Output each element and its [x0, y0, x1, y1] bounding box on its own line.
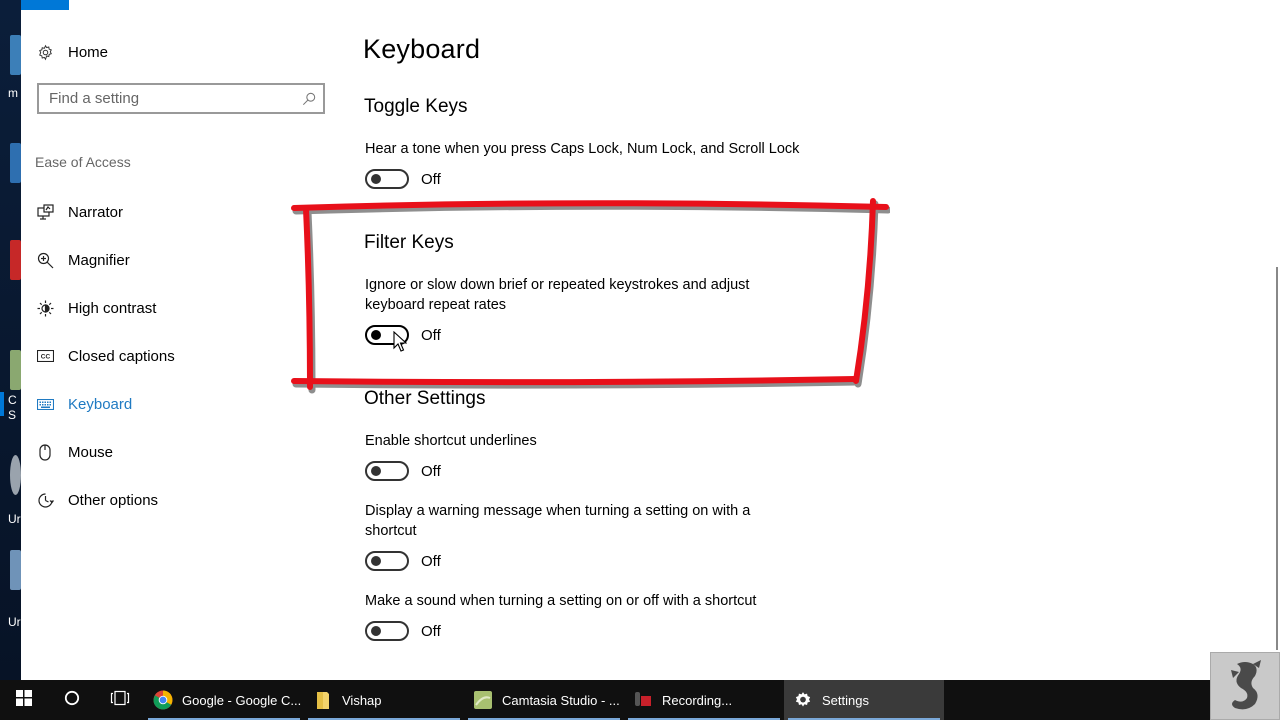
windows-start-icon: [16, 689, 32, 711]
toggle-state: Off: [421, 552, 441, 570]
sidebar-item-keyboard[interactable]: Keyboard: [0, 380, 341, 428]
high-contrast-icon: [36, 299, 54, 317]
cortana-icon: [64, 690, 80, 711]
task-view-icon: [110, 690, 130, 711]
setting-description: Ignore or slow down brief or repeated ke…: [365, 277, 750, 313]
toggle-knob: [371, 626, 381, 636]
desktop-background: m C S Ur Ur: [0, 0, 21, 680]
taskbar-app-label: Google - Google C...: [182, 692, 302, 708]
toggle-state: Off: [421, 462, 441, 480]
find-setting-search[interactable]: [37, 83, 325, 114]
nav-label: Closed captions: [68, 347, 175, 365]
desktop-shortcut-label: C: [8, 393, 17, 407]
desktop-shortcut-label: m: [8, 86, 18, 100]
group-title-toggle-keys: Toggle Keys: [364, 96, 468, 117]
search-input[interactable]: [39, 85, 295, 112]
nav-label: Keyboard: [68, 395, 133, 413]
toggle-keys-switch[interactable]: Off: [365, 169, 441, 189]
dragon-watermark-logo: [1210, 652, 1280, 720]
setting-description: Make a sound when turning a setting on o…: [365, 593, 757, 609]
main-content: Keyboard Toggle Keys Hear a tone when yo…: [363, 0, 1243, 680]
taskbar: Google - Google C... Vishap Camtasia Stu…: [0, 680, 1280, 720]
sidebar-item-narrator[interactable]: Narrator: [21, 188, 341, 236]
nav-label: High contrast: [68, 299, 157, 317]
start-button[interactable]: [0, 680, 48, 720]
desktop-shortcut-icon[interactable]: [10, 350, 21, 390]
taskbar-app-camtasia[interactable]: Camtasia Studio - ...: [464, 680, 624, 720]
toggle-switch[interactable]: [365, 551, 409, 571]
toggle-knob: [371, 556, 381, 566]
svg-text:CC: CC: [40, 354, 50, 361]
folder-icon: [312, 689, 334, 711]
desktop-shortcut-icon[interactable]: [10, 455, 21, 495]
desktop-shortcut-label: Ur: [8, 512, 21, 526]
gear-icon: [36, 43, 54, 61]
sidebar-item-mouse[interactable]: Mouse: [21, 428, 341, 476]
sidebar-nav: Narrator Magnifier High contrast CC Clos…: [0, 188, 341, 524]
desktop-shortcut-icon[interactable]: [10, 35, 21, 75]
narrator-icon: [36, 203, 54, 221]
mouse-icon: [36, 443, 54, 461]
closed-captions-icon: CC: [36, 347, 54, 365]
vertical-scrollbar[interactable]: [1276, 267, 1278, 650]
dragon-icon: [1231, 660, 1261, 710]
taskbar-app-label: Settings: [822, 692, 869, 708]
search-icon[interactable]: [295, 92, 323, 106]
settings-window: Home Ease of Access Narrator: [0, 0, 1280, 680]
taskbar-app-label: Recording...: [662, 692, 733, 708]
taskbar-app-vishap-folder[interactable]: Vishap: [304, 680, 464, 720]
toggle-knob: [371, 466, 381, 476]
shortcut-sound-switch[interactable]: Off: [365, 621, 441, 641]
filter-keys-switch[interactable]: Off: [365, 325, 441, 345]
nav-label: Mouse: [68, 443, 114, 461]
nav-label: Magnifier: [68, 251, 130, 269]
nav-label: Other options: [68, 491, 159, 509]
toggle-state: Off: [421, 622, 441, 640]
section-label: Ease of Access: [35, 154, 131, 170]
sidebar-item-high-contrast[interactable]: High contrast: [21, 284, 341, 332]
desktop-shortcut-icon[interactable]: [10, 240, 21, 280]
group-title-filter-keys: Filter Keys: [364, 232, 454, 253]
home-link[interactable]: Home: [36, 40, 108, 64]
recorder-icon: [632, 689, 654, 711]
toggle-knob: [371, 330, 381, 340]
setting-description: Hear a tone when you press Caps Lock, Nu…: [365, 141, 800, 157]
shortcut-underlines-switch[interactable]: Off: [365, 461, 441, 481]
settings-gear-icon: [792, 689, 814, 711]
home-label: Home: [68, 43, 109, 61]
chrome-icon: [152, 689, 174, 711]
taskbar-app-chrome[interactable]: Google - Google C...: [144, 680, 304, 720]
task-view-button[interactable]: [96, 680, 144, 720]
taskbar-app-label: Vishap: [342, 692, 382, 708]
sidebar-item-magnifier[interactable]: Magnifier: [21, 236, 341, 284]
sidebar: Home Ease of Access Narrator: [0, 0, 341, 680]
camtasia-icon: [472, 689, 494, 711]
page-title: Keyboard: [363, 34, 481, 64]
setting-description: Display a warning message when turning a…: [365, 503, 751, 539]
desktop-shortcut-label: S: [8, 408, 17, 422]
desktop-shortcut-icon[interactable]: [10, 143, 21, 183]
taskbar-app-recorder[interactable]: Recording...: [624, 680, 784, 720]
other-options-icon: [36, 491, 54, 509]
magnifier-icon: [36, 251, 54, 269]
shortcut-warning-switch[interactable]: Off: [365, 551, 441, 571]
taskbar-app-settings[interactable]: Settings: [784, 680, 944, 720]
toggle-switch[interactable]: [365, 325, 409, 345]
sidebar-item-closed-captions[interactable]: CC Closed captions: [21, 332, 341, 380]
desktop-shortcut-icon[interactable]: [10, 550, 21, 590]
nav-label: Narrator: [68, 203, 124, 221]
desktop-shortcut-label: Ur: [8, 615, 21, 629]
keyboard-icon: [36, 395, 54, 413]
setting-description: Enable shortcut underlines: [365, 433, 537, 449]
sidebar-item-other-options[interactable]: Other options: [21, 476, 341, 524]
toggle-switch[interactable]: [365, 621, 409, 641]
toggle-state: Off: [421, 326, 441, 344]
taskbar-app-label: Camtasia Studio - ...: [502, 692, 620, 708]
toggle-switch[interactable]: [365, 169, 409, 189]
toggle-knob: [371, 174, 381, 184]
toggle-state: Off: [421, 170, 441, 188]
cortana-button[interactable]: [48, 680, 96, 720]
group-title-other-settings: Other Settings: [364, 388, 486, 409]
toggle-switch[interactable]: [365, 461, 409, 481]
